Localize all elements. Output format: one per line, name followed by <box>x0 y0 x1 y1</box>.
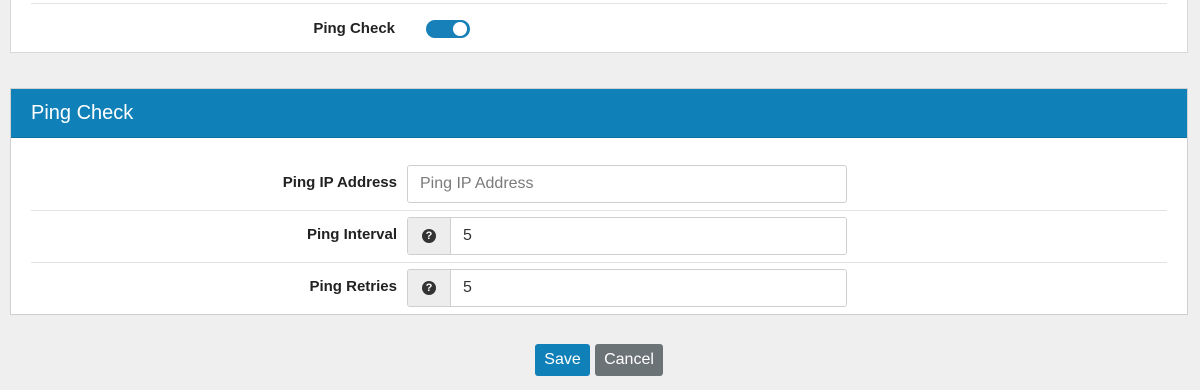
ping-interval-help-addon[interactable]: ? <box>408 218 451 254</box>
toggle-knob <box>453 22 467 36</box>
ping-interval-group: ? <box>407 217 847 255</box>
question-circle-icon: ? <box>422 281 436 295</box>
ping-retries-label: Ping Retries <box>309 278 397 295</box>
ping-check-toggle-label: Ping Check <box>313 20 395 37</box>
question-circle-icon: ? <box>422 229 436 243</box>
ping-check-panel: Ping Check Ping IP Address Ping Interval… <box>10 88 1188 315</box>
ping-check-toggle[interactable] <box>426 20 470 38</box>
cancel-button[interactable]: Cancel <box>595 344 663 376</box>
top-settings-panel: Ping Check <box>10 0 1188 53</box>
divider <box>31 3 1167 4</box>
save-button[interactable]: Save <box>535 344 590 376</box>
ping-interval-label: Ping Interval <box>306 226 397 243</box>
ping-ip-input[interactable] <box>407 165 847 203</box>
panel-heading: Ping Check <box>11 89 1187 138</box>
ping-ip-label: Ping IP Address <box>282 174 397 191</box>
ping-retries-group: ? <box>407 269 847 307</box>
ping-retries-input[interactable] <box>451 270 846 306</box>
ping-retries-help-addon[interactable]: ? <box>408 270 451 306</box>
ping-interval-input[interactable] <box>451 218 846 254</box>
panel-title: Ping Check <box>31 102 134 124</box>
